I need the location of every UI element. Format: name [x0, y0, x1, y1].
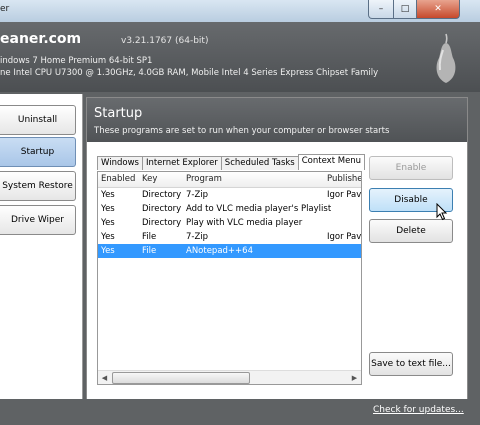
app-name: eaner.com — [0, 31, 82, 47]
cell-key: File — [142, 246, 157, 256]
delete-button[interactable]: Delete — [369, 219, 453, 243]
tab-scheduled-tasks[interactable]: Scheduled Tasks — [220, 156, 299, 170]
sysinfo-hardware: ne Intel CPU U7300 @ 1.30GHz, 4.0GB RAM,… — [0, 68, 379, 78]
cell-program: 7-Zip — [186, 190, 209, 200]
nav-startup-button[interactable]: Startup — [0, 137, 76, 167]
window-title: er — [0, 4, 10, 14]
sysinfo-os: indows 7 Home Premium 64-bit SP1 — [0, 56, 153, 66]
app-version: v3.21.1767 (64-bit) — [121, 36, 209, 46]
startup-tabs: Windows Internet Explorer Scheduled Task… — [97, 154, 366, 171]
table-row[interactable]: Yes Directory 7-Zip Igor Pav — [98, 188, 361, 202]
column-key[interactable]: Key — [142, 174, 157, 184]
tab-internet-explorer[interactable]: Internet Explorer — [141, 156, 222, 170]
tab-windows[interactable]: Windows — [97, 156, 143, 170]
table-row[interactable]: Yes File 7-Zip Igor Pav — [98, 230, 361, 244]
close-button[interactable]: ✕ — [417, 0, 460, 19]
cell-program: 7-Zip — [186, 232, 209, 242]
cell-key: File — [142, 232, 157, 242]
cell-enabled: Yes — [101, 232, 115, 242]
cell-enabled: Yes — [101, 190, 115, 200]
window-controls: – □ ✕ — [368, 0, 460, 19]
scroll-right-icon[interactable]: ▶ — [348, 371, 361, 384]
app-header: eaner.com v3.21.1767 (64-bit) indows 7 H… — [0, 22, 480, 92]
title-bar: er – □ ✕ — [0, 0, 480, 22]
column-program[interactable]: Program — [186, 174, 222, 184]
nav-system-restore-button[interactable]: System Restore — [0, 171, 76, 201]
footer: Check for updates... — [0, 399, 480, 425]
cell-enabled: Yes — [101, 204, 115, 214]
cell-key: Directory — [142, 204, 182, 214]
list-header: Enabled Key Program Publishe — [98, 172, 361, 188]
save-to-text-file-button[interactable]: Save to text file... — [369, 352, 453, 376]
scrollbar-thumb[interactable] — [112, 372, 250, 384]
startup-banner: Startup These programs are set to run wh… — [87, 98, 467, 142]
startup-list: Enabled Key Program Publishe Yes Directo… — [97, 171, 362, 385]
cell-program: ANotepad++64 — [186, 246, 253, 256]
table-row[interactable]: Yes Directory Play with VLC media player — [98, 216, 361, 230]
page-title: Startup — [94, 106, 143, 121]
table-row-selected[interactable]: Yes File ANotepad++64 — [98, 244, 361, 258]
column-publisher[interactable]: Publishe — [327, 174, 361, 184]
horizontal-scrollbar[interactable]: ◀ ▶ — [98, 370, 361, 384]
enable-button[interactable]: Enable — [369, 156, 453, 180]
mouse-cursor-icon — [436, 203, 448, 221]
nav-drive-wiper-button[interactable]: Drive Wiper — [0, 205, 76, 235]
tab-context-menu[interactable]: Context Menu — [297, 154, 366, 170]
check-for-updates-link[interactable]: Check for updates... — [373, 405, 464, 415]
pear-icon — [436, 33, 456, 83]
cell-enabled: Yes — [101, 246, 115, 256]
startup-panel: Startup These programs are set to run wh… — [86, 97, 468, 401]
scroll-left-icon[interactable]: ◀ — [98, 371, 111, 384]
cell-key: Directory — [142, 190, 182, 200]
page-subtitle: These programs are set to run when your … — [94, 126, 390, 136]
column-enabled[interactable]: Enabled — [101, 174, 135, 184]
minimize-button[interactable]: – — [368, 0, 394, 19]
cell-program: Add to VLC media player's Playlist — [186, 204, 332, 214]
cell-program: Play with VLC media player — [186, 218, 303, 228]
cell-key: Directory — [142, 218, 182, 228]
cell-publisher: Igor Pav — [327, 232, 362, 242]
maximize-button[interactable]: □ — [394, 0, 417, 19]
left-nav-panel: Uninstall Startup System Restore Drive W… — [0, 94, 83, 399]
cell-enabled: Yes — [101, 218, 115, 228]
cell-publisher: Igor Pav — [327, 190, 362, 200]
table-row[interactable]: Yes Directory Add to VLC media player's … — [98, 202, 361, 216]
nav-uninstall-button[interactable]: Uninstall — [0, 105, 76, 135]
